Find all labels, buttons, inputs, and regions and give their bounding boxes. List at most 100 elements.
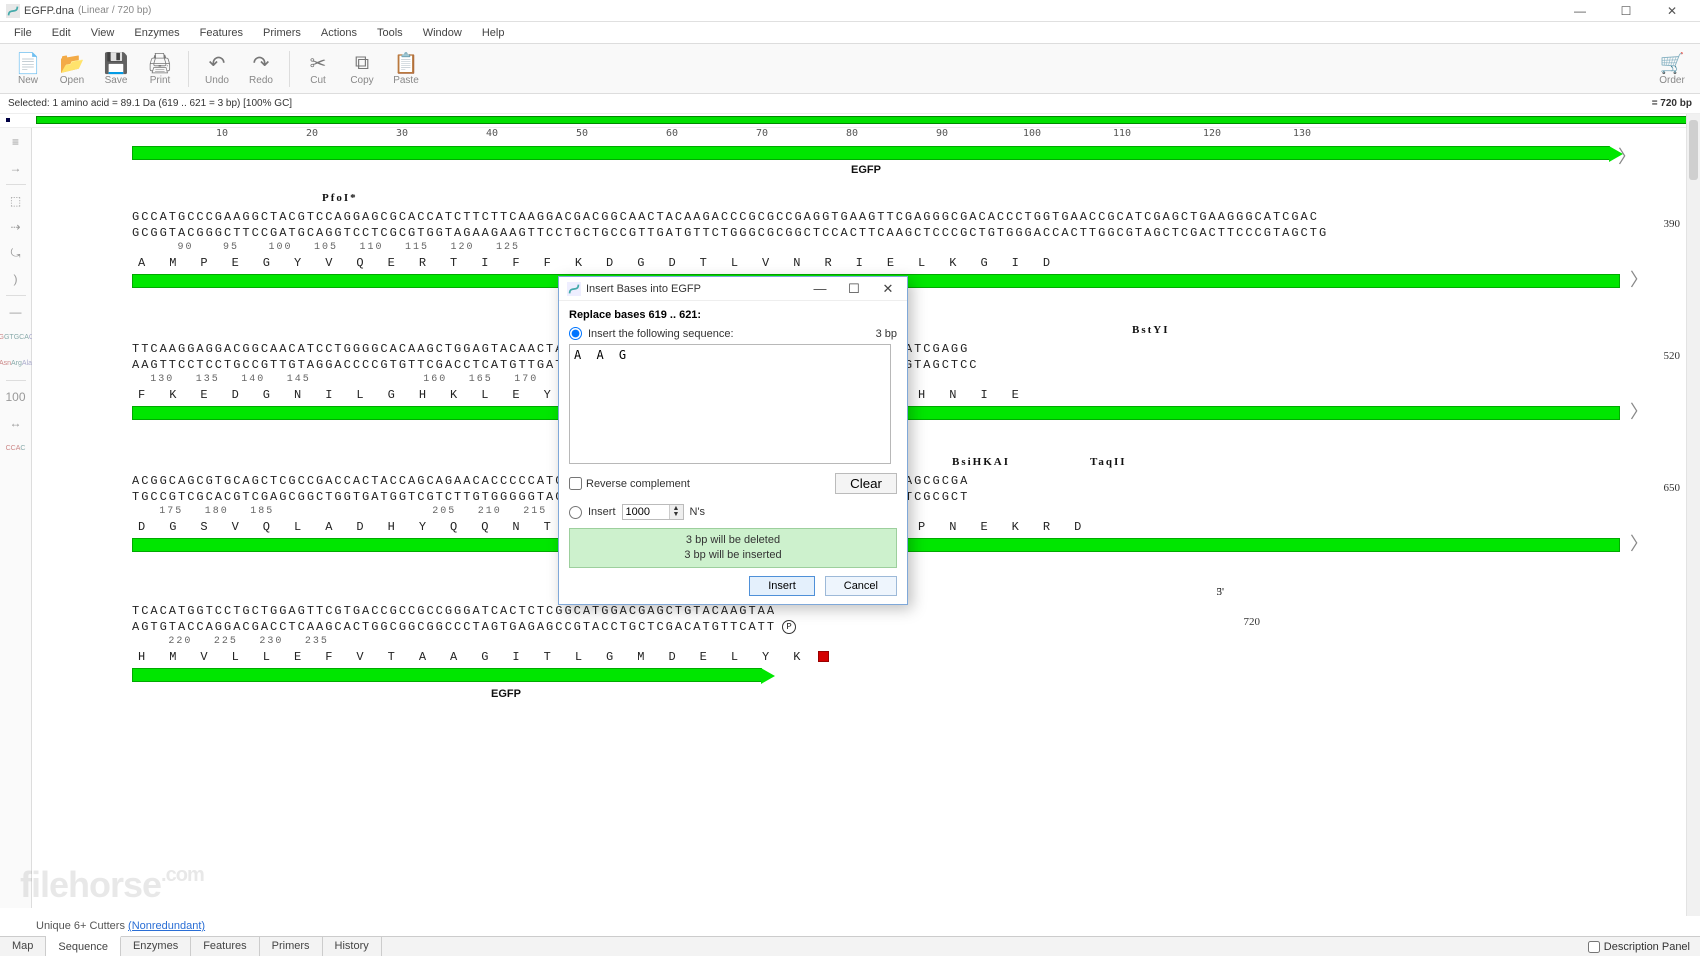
maximize-button[interactable]: ☐ [1612, 4, 1640, 18]
palette-item-6[interactable]: — [4, 302, 28, 322]
undo-button[interactable]: ↶Undo [197, 49, 237, 88]
palette-item-3[interactable]: ⇢ [4, 217, 28, 237]
open-button[interactable]: 📂Open [52, 49, 92, 88]
palette-item-11[interactable]: CCAC [4, 439, 28, 459]
toolbar-separator [289, 51, 290, 87]
tab-features[interactable]: Features [191, 937, 259, 956]
overview-cursor [6, 118, 10, 122]
menu-help[interactable]: Help [474, 25, 513, 41]
palette-item-4[interactable]: ⤿ [4, 243, 28, 263]
dialog-minimize-button[interactable]: — [809, 281, 831, 297]
copy-button[interactable]: ⧉Copy [342, 49, 382, 88]
menu-primers[interactable]: Primers [255, 25, 309, 41]
n-count-spinner[interactable]: ▲▼ [622, 504, 684, 520]
dialog-title-bar[interactable]: Insert Bases into EGFP — ☐ ✕ [559, 277, 907, 301]
reverse-complement-toggle[interactable]: Reverse complement [569, 477, 690, 490]
clear-button[interactable]: Clear [835, 473, 897, 494]
sequence-input[interactable]: A A G [569, 344, 891, 464]
status-deleted: 3 bp will be deleted [574, 533, 892, 548]
n-count-input[interactable] [623, 505, 669, 519]
scrollbar-thumb[interactable] [1689, 120, 1698, 180]
menu-view[interactable]: View [83, 25, 123, 41]
minimize-button[interactable]: — [1566, 4, 1594, 18]
palette-item-0[interactable]: ≡ [4, 132, 28, 152]
dialog-close-button[interactable]: ✕ [877, 281, 899, 297]
operation-status-box: 3 bp will be deleted 3 bp will be insert… [569, 528, 897, 568]
palette-item-1[interactable]: → [4, 158, 28, 178]
length-indicator: = 720 bp [1652, 98, 1692, 109]
reverse-complement-checkbox[interactable] [569, 477, 582, 490]
tab-enzymes[interactable]: Enzymes [121, 937, 191, 956]
palette-item-7[interactable]: ACGTGGTGCACATAG [4, 328, 28, 348]
palette-item-8[interactable]: AsnArgAla [4, 354, 28, 374]
window-title-bar: EGFP.dna (Linear / 720 bp) — ☐ ✕ [0, 0, 1700, 22]
undo-icon: ↶ [209, 51, 226, 75]
vertical-scrollbar[interactable] [1686, 114, 1700, 916]
sequence-forward[interactable]: TCACATGGTCCTGCTGGAGTTCGTGACCGCCGCCGGGATC… [132, 604, 1160, 620]
menu-tools[interactable]: Tools [369, 25, 411, 41]
palette-item-10[interactable]: ↔ [4, 413, 28, 433]
paste-button[interactable]: 📋Paste [386, 49, 426, 88]
position-ruler: 220225230235 [132, 636, 1160, 650]
menu-actions[interactable]: Actions [313, 25, 365, 41]
nonredundant-link[interactable]: (Nonredundant) [128, 920, 205, 932]
tab-history[interactable]: History [323, 937, 382, 956]
sequence-forward[interactable]: GCCATGCCCGAAGGCTACGTCCAGGAGCGCACCATCTTCT… [132, 210, 1620, 226]
enzyme-site-taqii[interactable]: TaqII [1090, 456, 1127, 468]
feature-arrow-inline-end[interactable] [132, 668, 762, 682]
palette-item-2[interactable]: ⬚ [4, 191, 28, 211]
sequence-overview[interactable] [0, 114, 1700, 128]
open-icon: 📂 [60, 51, 85, 75]
insert-sequence-radio[interactable] [569, 327, 582, 340]
block-bp-count: 390 [1664, 218, 1681, 230]
save-button[interactable]: 💾Save [96, 49, 136, 88]
sequence-reverse[interactable]: AGTGTACCAGGACGACCTCAAGCACTGGCGGCGGCCCTAG… [132, 620, 1160, 636]
tab-map[interactable]: Map [0, 937, 46, 956]
description-panel-toggle[interactable]: Description Panel [1578, 937, 1700, 956]
dialog-header: Replace bases 619 .. 621: [569, 309, 897, 321]
spinner-buttons[interactable]: ▲▼ [669, 505, 683, 519]
insert-button[interactable]: Insert [749, 576, 815, 596]
window-subtitle: (Linear / 720 bp) [78, 5, 151, 16]
insert-n-radio[interactable] [569, 506, 582, 519]
n-suffix: N's [690, 506, 706, 518]
tab-primers[interactable]: Primers [260, 937, 323, 956]
menu-bar: FileEditViewEnzymes FeaturesPrimersAction… [0, 22, 1700, 44]
palette-item-9[interactable]: 100 [4, 387, 28, 407]
description-panel-checkbox[interactable] [1588, 941, 1600, 953]
menu-file[interactable]: File [6, 25, 40, 41]
menu-enzymes[interactable]: Enzymes [126, 25, 187, 41]
enzyme-site-bstyi[interactable]: BstYI [1132, 324, 1170, 336]
feature-arrow-egfp-top[interactable] [132, 146, 1610, 160]
chevron-right-icon: 〉 [1618, 143, 1636, 169]
cut-button[interactable]: ✂Cut [298, 49, 338, 88]
reverse-complement-label: Reverse complement [586, 478, 690, 490]
tab-sequence[interactable]: Sequence [46, 936, 121, 956]
insert-n-label: Insert [588, 506, 616, 518]
chevron-right-icon: 〉 [1630, 266, 1650, 292]
app-icon [6, 4, 20, 18]
sequence-reverse[interactable]: GCGGTACGGGCTTCCGATGCAGGTCCTCGCGTGGTAGAAG… [132, 226, 1620, 242]
order-button[interactable]: 🛒Order [1652, 49, 1692, 88]
dialog-icon [567, 282, 581, 296]
chevron-right-icon: 〉 [1630, 530, 1650, 556]
selection-status-bar: Selected: 1 amino acid = 89.1 Da (619 ..… [0, 94, 1700, 114]
stop-codon-icon [818, 651, 829, 662]
menu-features[interactable]: Features [192, 25, 251, 41]
palette-item-5[interactable]: ) [4, 269, 28, 289]
bottom-tab-bar: MapSequenceEnzymesFeaturesPrimersHistory… [0, 936, 1700, 956]
new-button[interactable]: 📄New [8, 49, 48, 88]
enzyme-site-pfoi[interactable]: PfoI* [322, 192, 358, 204]
print-button[interactable]: 🖨Print [140, 49, 180, 88]
menu-window[interactable]: Window [415, 25, 470, 41]
menu-edit[interactable]: Edit [44, 25, 79, 41]
dialog-maximize-button[interactable]: ☐ [843, 281, 865, 297]
close-button[interactable]: ✕ [1658, 4, 1686, 18]
new-icon: 📄 [16, 51, 41, 75]
block-bp-count: 650 [1664, 482, 1681, 494]
enzyme-site-bsihkai[interactable]: BsiHKAI [952, 456, 1010, 468]
sequence-block: PfoI* GCCATGCCCGAAGGCTACGTCCAGGAGCGCACCA… [132, 192, 1620, 288]
toolbar-separator [188, 51, 189, 87]
redo-button[interactable]: ↷Redo [241, 49, 281, 88]
cancel-button[interactable]: Cancel [825, 576, 897, 596]
